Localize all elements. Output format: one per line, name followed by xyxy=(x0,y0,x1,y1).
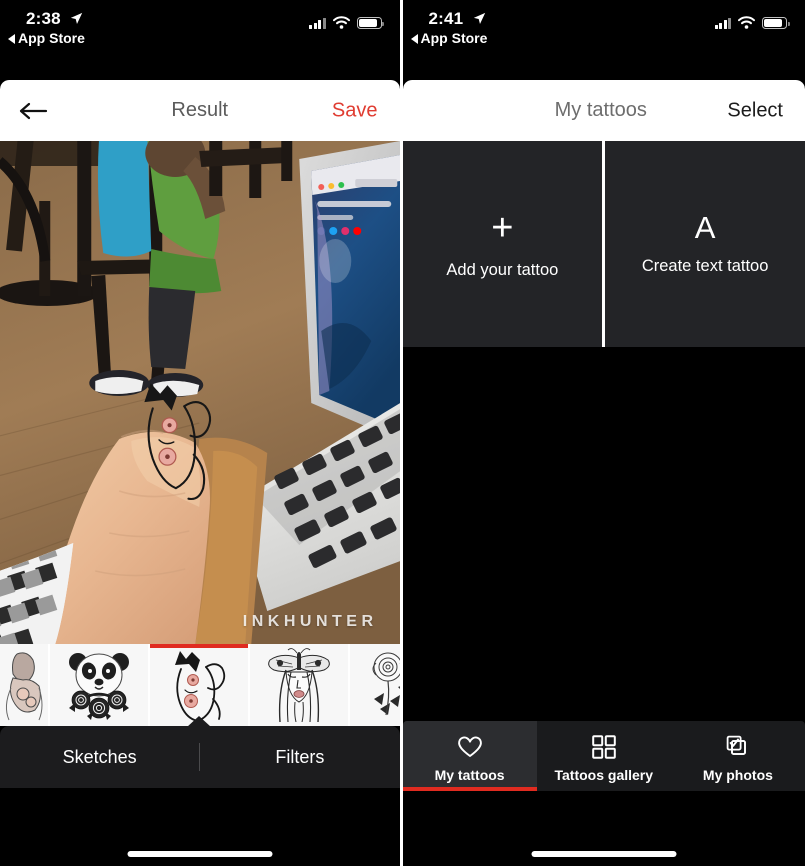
sketch-thumbnail-strip[interactable] xyxy=(0,644,400,726)
sketch-thumb-panda[interactable] xyxy=(50,644,150,726)
create-text-tattoo-label: Create text tattoo xyxy=(641,257,769,275)
grid-icon xyxy=(591,734,616,760)
status-time: 2:38 xyxy=(26,9,61,28)
status-time: 2:41 xyxy=(428,9,464,28)
status-back-to-app-store[interactable]: App Store xyxy=(8,30,85,46)
tab-filters[interactable]: Filters xyxy=(200,747,399,768)
tab-my-tattoos[interactable]: My tattoos xyxy=(402,721,537,791)
right-app-card: My tattoos Select + Add your tattoo A Cr… xyxy=(402,80,805,866)
right-nav-bar: My tattoos Select xyxy=(402,80,805,141)
wifi-icon xyxy=(738,16,755,29)
left-status-bar: 2:38 App Store xyxy=(0,0,400,80)
text-letter-icon: A xyxy=(694,210,716,245)
back-button[interactable] xyxy=(12,95,54,127)
battery-icon xyxy=(356,17,385,29)
location-arrow-icon xyxy=(70,12,83,25)
left-status-indicators xyxy=(309,16,385,29)
battery-icon xyxy=(762,17,790,29)
cellular-signal-icon xyxy=(714,18,731,29)
tab-tattoos-gallery[interactable]: Tattoos gallery xyxy=(537,721,671,791)
add-your-tattoo-label: Add your tattoo xyxy=(446,260,559,279)
sketch-thumb-rose[interactable] xyxy=(350,644,400,726)
left-nav-bar: Result Save xyxy=(0,80,400,141)
photos-check-icon xyxy=(725,734,751,760)
home-indicator[interactable] xyxy=(127,851,273,857)
tab-my-tattoos-label: My tattoos xyxy=(434,766,505,783)
selected-sketch-indicator xyxy=(150,644,248,648)
location-arrow-icon xyxy=(473,12,486,25)
create-text-tattoo-tile[interactable]: A Create text tattoo xyxy=(602,141,805,347)
arrow-left-icon xyxy=(18,101,48,121)
wifi-icon xyxy=(332,16,350,29)
active-tab-underline xyxy=(402,787,537,791)
left-phone-screen: 2:38 App Store Result Save INKHUNTER Ske… xyxy=(0,0,400,866)
left-status-time-group: 2:38 xyxy=(26,9,83,29)
right-status-time-group: 2:41 xyxy=(429,9,486,29)
left-bottom-tab-bar[interactable]: Sketches Filters xyxy=(0,726,400,788)
save-button[interactable]: Save xyxy=(332,99,378,122)
left-app-card: Result Save INKHUNTER Sketches Filters xyxy=(0,80,400,866)
add-your-tattoo-tile[interactable]: + Add your tattoo xyxy=(402,141,603,347)
sketch-thumb-fox[interactable] xyxy=(150,644,250,726)
tattoo-preview-photo[interactable]: INKHUNTER xyxy=(0,141,400,644)
photo-artwork xyxy=(0,141,400,644)
tab-sketches[interactable]: Sketches xyxy=(0,747,199,768)
right-bottom-tab-bar[interactable]: My tattoos Tattoos gallery My photos xyxy=(402,721,805,791)
heart-icon xyxy=(457,734,483,760)
selected-sketch-caret xyxy=(187,716,211,726)
cellular-signal-icon xyxy=(309,18,326,29)
tab-tattoos-gallery-label: Tattoos gallery xyxy=(554,766,654,783)
right-status-bar: 2:41 App Store xyxy=(402,0,805,80)
triangle-left-icon xyxy=(410,34,418,44)
status-back-label: App Store xyxy=(420,30,488,46)
home-indicator[interactable] xyxy=(531,851,677,857)
sketch-thumb-mermaid[interactable] xyxy=(0,644,50,726)
triangle-left-icon xyxy=(8,34,15,44)
right-phone-screen: 2:41 App Store My tattoos Select + Add y… xyxy=(402,0,805,866)
status-back-to-app-store[interactable]: App Store xyxy=(410,30,488,46)
status-back-label: App Store xyxy=(18,30,85,46)
tattoo-action-tiles: + Add your tattoo A Create text tattoo xyxy=(402,141,805,347)
tab-my-photos[interactable]: My photos xyxy=(671,721,805,791)
right-status-indicators xyxy=(714,16,790,29)
screenshot-root: 2:38 App Store Result Save INKHUNTER Ske… xyxy=(0,0,805,866)
plus-icon: + xyxy=(491,206,514,249)
tab-my-photos-label: My photos xyxy=(702,766,773,783)
sketch-thumb-moth-woman[interactable] xyxy=(250,644,350,726)
select-button[interactable]: Select xyxy=(727,99,783,122)
